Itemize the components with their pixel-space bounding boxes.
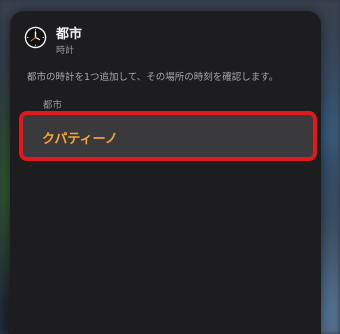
widget-config-panel: 都市 時計 都市の時計を1つ追加して、その場所の時刻を確認します。 都市 クパテ… xyxy=(10,11,321,334)
widget-title: 都市 xyxy=(56,27,83,42)
clock-icon xyxy=(24,26,47,49)
city-section-label: 都市 xyxy=(43,100,63,111)
widget-description: 都市の時計を1つ追加して、その場所の時刻を確認します。 xyxy=(27,72,279,83)
selected-city-label: クパティーノ xyxy=(42,132,118,147)
city-selector-row[interactable]: クパティーノ xyxy=(19,111,317,161)
widget-subtitle: 時計 xyxy=(56,46,75,56)
